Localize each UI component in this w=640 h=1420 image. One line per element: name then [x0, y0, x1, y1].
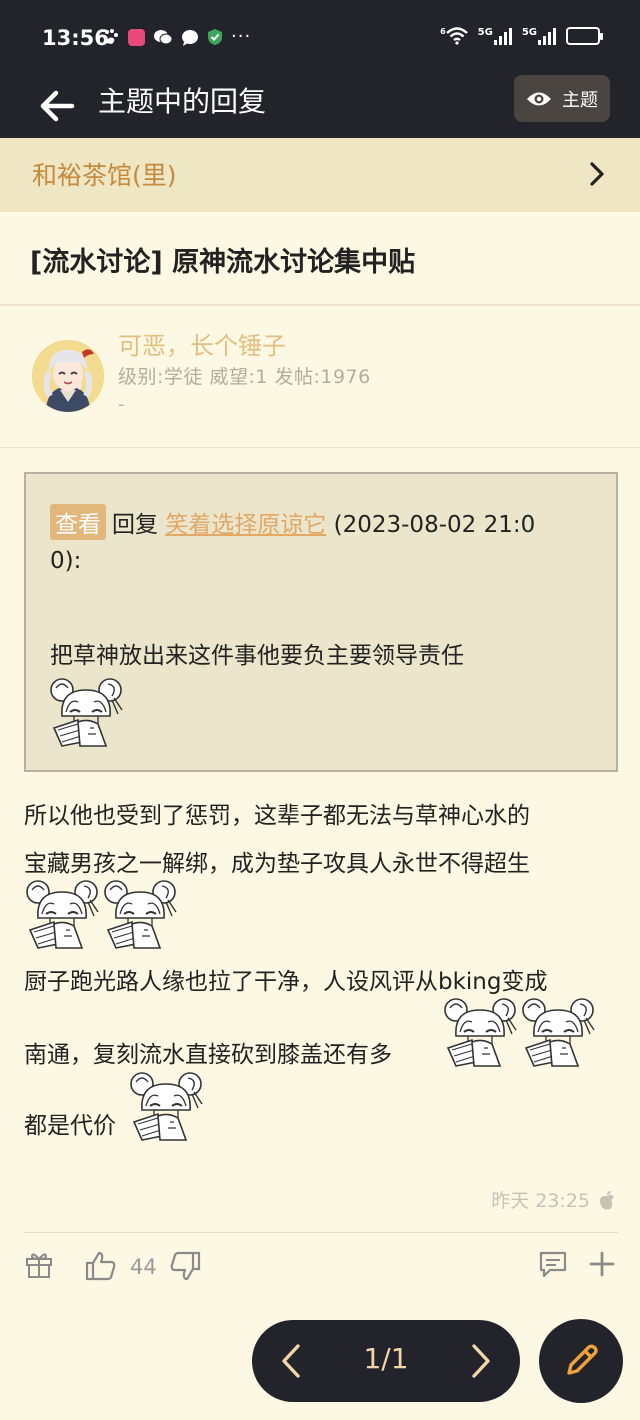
divider [24, 1232, 618, 1233]
app-toolbar: 主题中的回复 主题 [0, 75, 640, 138]
author-extra: - [118, 394, 125, 415]
avatar[interactable] [32, 340, 104, 412]
forum-name: 和裕茶馆(里) [32, 161, 177, 190]
sticker-image [104, 880, 177, 949]
post-body-line-3: 厨子跑光路人缘也拉了干净，人设风评从bking变成 [24, 969, 548, 995]
status-time: 13:56 [42, 26, 109, 50]
eye-icon [527, 92, 551, 105]
avatar-image [32, 340, 104, 412]
view-quote-button[interactable]: 查看 [50, 504, 106, 540]
sticker-image [522, 998, 595, 1067]
pencil-icon [567, 1344, 598, 1375]
like-count: 44 [130, 1255, 157, 1279]
gift-icon[interactable] [24, 1249, 54, 1279]
status-bar: 13:56 ··· 6 5G 5G [0, 0, 640, 78]
chat-bubble-icon [182, 29, 198, 46]
post-timestamp: 昨天 23:25 [491, 1186, 616, 1213]
post-author: 可恶，长个锤子 级别:学徒 威望:1 发帖:1976 - [0, 306, 640, 448]
battery-icon [566, 27, 603, 45]
forum-link[interactable]: 和裕茶馆(里) [0, 138, 640, 212]
next-page-button[interactable] [468, 1342, 494, 1380]
thread-title-bar: [流水讨论] 原神流水讨论集中贴 [0, 212, 640, 306]
post-actions: 44 [0, 1245, 640, 1289]
author-stats: 级别:学徒 威望:1 发帖:1976 [118, 366, 371, 388]
sticker-image [444, 998, 517, 1067]
view-topic-label: 主题 [562, 89, 598, 111]
wechat-icon [154, 29, 173, 44]
notification-icons: ··· [102, 28, 251, 46]
more-notifications-icon: ··· [231, 26, 252, 47]
sticker-image [50, 678, 123, 747]
arrow-left-icon [40, 90, 75, 122]
thread-title: [流水讨论] 原神流水讨论集中贴 [30, 247, 416, 278]
back-button[interactable] [36, 84, 80, 128]
page-navigator: 1/1 [252, 1320, 520, 1402]
thumbs-down-icon[interactable] [168, 1249, 202, 1283]
shield-check-icon [208, 29, 222, 45]
system-icons: 6 5G 5G [440, 27, 603, 45]
sticker-image [26, 880, 99, 949]
plus-icon[interactable] [589, 1249, 615, 1279]
quote-header: 查看 回复 笑着选择原谅它 (2023-08-02 21:0 [50, 504, 535, 540]
signal-2-icon: 5G [522, 27, 556, 45]
chevron-right-icon [590, 162, 604, 186]
sticker-row-3 [128, 1070, 206, 1142]
sticker-row-2 [442, 996, 598, 1068]
quote-date-end: 0): [50, 548, 82, 574]
post-body-line-2: 宝藏男孩之一解绑，成为垫子攻具人永世不得超生 [24, 851, 530, 877]
quote-date-start: (2023-08-02 21:0 [333, 512, 536, 538]
signal-1-icon: 5G [478, 27, 512, 45]
quoted-user-link[interactable]: 笑着选择原谅它 [165, 512, 326, 538]
post-body-line-5: 都是代价 [24, 1113, 116, 1139]
post-body-line-1: 所以他也受到了惩罚，这辈子都无法与草神心水的 [24, 803, 530, 829]
thumbs-up-icon[interactable] [84, 1249, 118, 1283]
compose-reply-button[interactable] [539, 1319, 623, 1403]
comment-icon[interactable] [538, 1249, 568, 1279]
app-pink-icon [128, 28, 145, 46]
reply-word: 回复 [112, 512, 158, 538]
view-topic-button[interactable]: 主题 [514, 75, 610, 122]
paw-icon [105, 29, 118, 44]
sticker-image [130, 1072, 203, 1141]
page-title: 主题中的回复 [98, 85, 267, 118]
author-name[interactable]: 可恶，长个锤子 [118, 326, 286, 361]
apple-icon [600, 1190, 614, 1209]
post-time-text: 昨天 23:25 [491, 1190, 590, 1212]
quoted-reply: 查看 回复 笑着选择原谅它 (2023-08-02 21:0 0): 把草神放出来… [24, 472, 618, 772]
sticker-row-1 [24, 878, 180, 950]
quote-text: 把草神放出来这件事他要负主要领导责任 [50, 643, 464, 669]
wifi-icon: 6 [440, 27, 468, 45]
